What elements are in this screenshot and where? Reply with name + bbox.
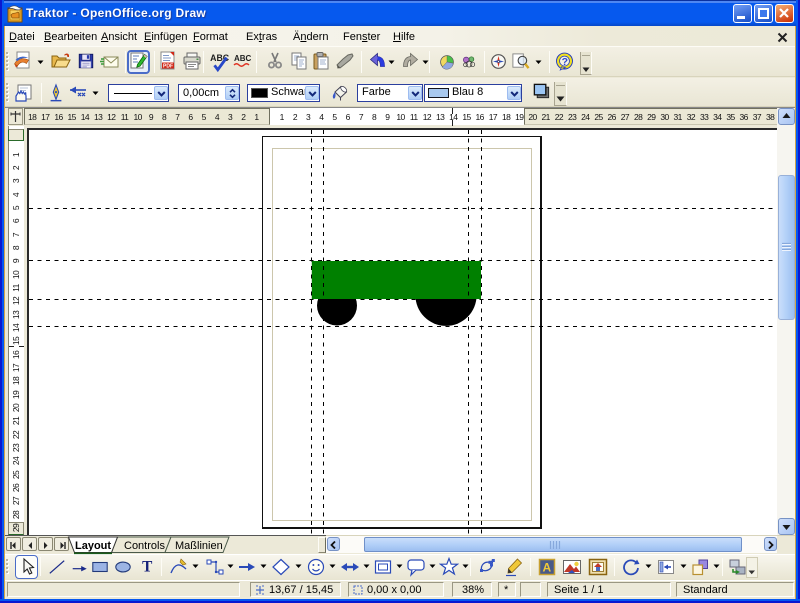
svg-text:T: T <box>142 558 152 575</box>
svg-text:A: A <box>543 561 552 575</box>
svg-text:ABC: ABC <box>234 54 252 63</box>
svg-text:PDF: PDF <box>163 64 173 70</box>
svg-text:?: ? <box>562 57 568 68</box>
